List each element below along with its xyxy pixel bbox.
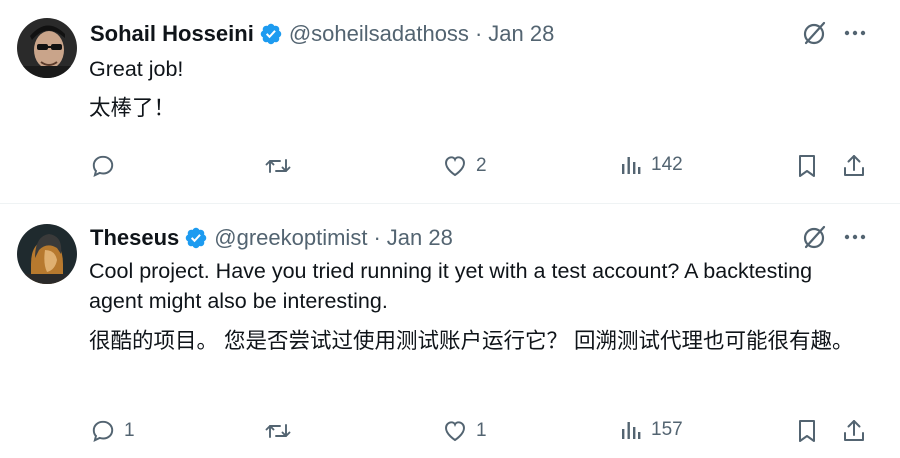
more-icon[interactable] [844, 226, 866, 248]
tweet[interactable]: Theseus @greekoptimist · Jan 28 Cool pro… [0, 204, 900, 458]
like-button[interactable]: 2 [442, 153, 487, 179]
retweet-button[interactable] [264, 153, 300, 179]
view-count: 157 [651, 419, 683, 440]
bookmark-icon [799, 155, 815, 177]
bookmark-button[interactable] [795, 418, 819, 444]
view-count: 142 [651, 154, 683, 175]
tweet-translation: 很酷的项目。 您是否尝试过使用测试账户运行它？ 回溯测试代理也可能很有趣。 [89, 329, 854, 353]
retweet-icon [265, 159, 291, 173]
reply-button[interactable]: 1 [90, 418, 135, 444]
like-count: 2 [476, 155, 487, 176]
timestamp[interactable]: Jan 28 [488, 21, 554, 47]
verified-badge-icon [259, 22, 283, 46]
share-icon [844, 420, 864, 441]
timestamp[interactable]: Jan 28 [387, 225, 453, 251]
tweet-translation: 太棒了！ [89, 96, 176, 120]
separator: · [373, 225, 381, 250]
tweet-header: Theseus @greekoptimist · Jan 28 [90, 223, 453, 253]
share-button[interactable] [842, 153, 866, 179]
author-name[interactable]: Sohail Hosseini [90, 21, 254, 47]
bookmark-icon [799, 420, 815, 442]
bookmark-button[interactable] [795, 153, 819, 179]
author-handle[interactable]: @greekoptimist [214, 225, 367, 251]
tweet-top-actions [802, 224, 866, 250]
views-button[interactable]: 157 [619, 418, 683, 442]
verified-badge-icon [184, 226, 208, 250]
more-icon[interactable] [844, 22, 866, 44]
avatar-image [17, 224, 77, 284]
retweet-icon [265, 424, 291, 438]
views-icon [622, 422, 641, 439]
author-name[interactable]: Theseus [90, 225, 179, 251]
share-button[interactable] [842, 418, 866, 444]
author-handle[interactable]: @soheilsadathoss [289, 21, 469, 47]
grok-icon[interactable] [802, 20, 828, 46]
grok-icon[interactable] [802, 224, 828, 250]
avatar[interactable] [17, 224, 77, 284]
like-count: 1 [476, 420, 487, 441]
retweet-button[interactable] [264, 418, 300, 444]
reply-icon [92, 420, 114, 442]
reply-button[interactable] [90, 153, 124, 179]
tweet-header: Sohail Hosseini @soheilsadathoss · Jan 2… [90, 19, 554, 49]
tweet[interactable]: Sohail Hosseini @soheilsadathoss · Jan 2… [0, 0, 900, 203]
tweet-text: Cool project. Have you tried running it … [89, 259, 813, 313]
reply-icon [92, 155, 114, 177]
tweet-text: Great job! [89, 57, 184, 81]
tweet-top-actions [802, 20, 866, 46]
share-icon [844, 155, 864, 176]
like-icon [445, 156, 465, 177]
avatar[interactable] [17, 18, 77, 78]
views-icon [622, 157, 641, 174]
reply-count: 1 [124, 420, 135, 441]
avatar-image [17, 18, 77, 78]
like-icon [445, 421, 465, 442]
separator: · [474, 21, 483, 46]
views-button[interactable]: 142 [619, 153, 683, 177]
like-button[interactable]: 1 [442, 418, 487, 444]
